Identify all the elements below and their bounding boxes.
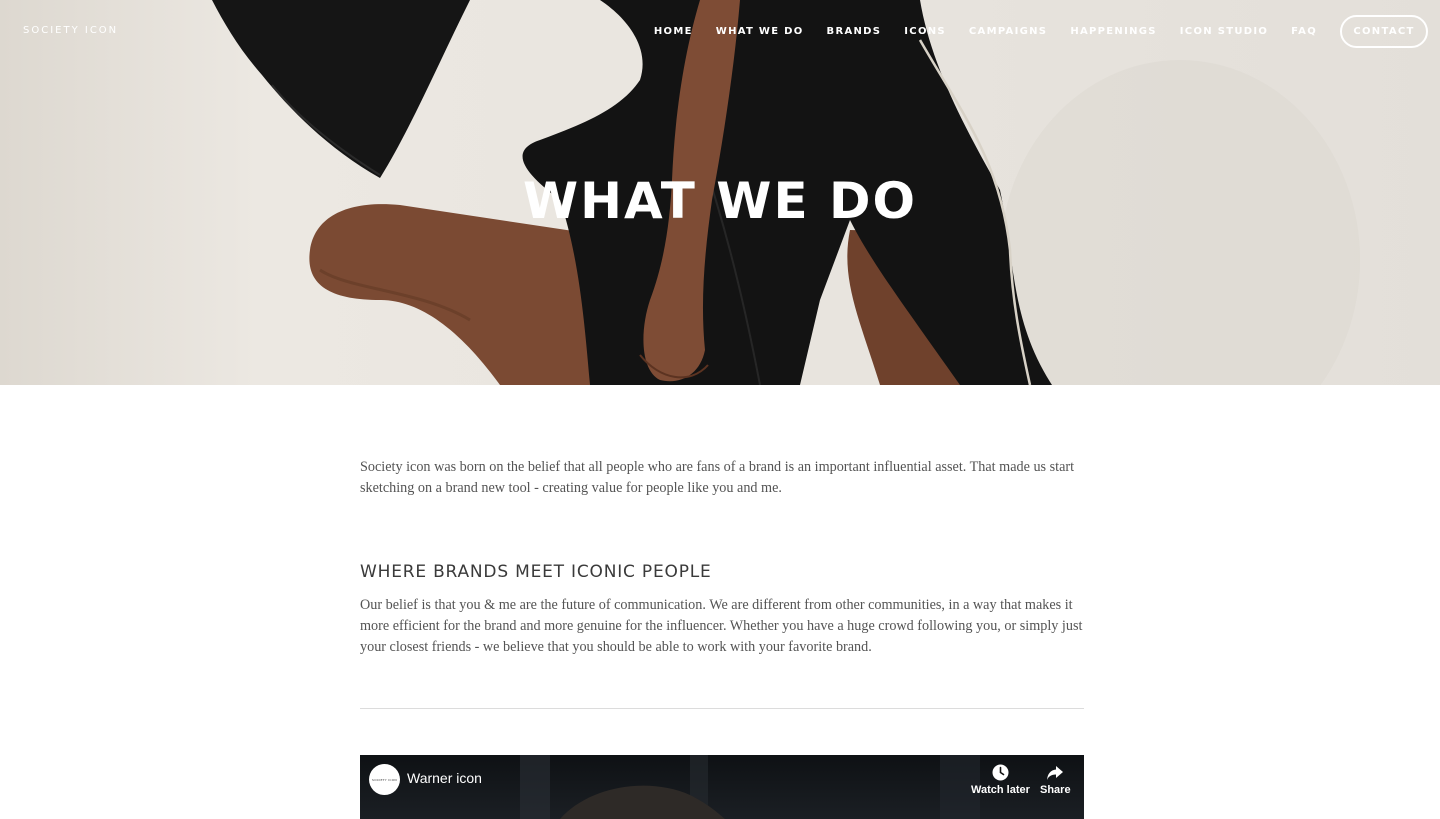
share-button[interactable]: Share — [1040, 764, 1071, 796]
page-title: WHAT WE DO — [522, 172, 918, 230]
nav-happenings[interactable]: HAPPENINGS — [1070, 26, 1156, 37]
section-body: Our belief is that you & me are the futu… — [360, 597, 1083, 655]
watch-later-label: Watch later — [971, 784, 1030, 796]
watch-later-button[interactable]: Watch later — [971, 764, 1030, 796]
main-nav: HOME WHAT WE DO BRANDS ICONS CAMPAIGNS H… — [654, 15, 1428, 48]
nav-campaigns[interactable]: CAMPAIGNS — [969, 26, 1047, 37]
nav-icons[interactable]: ICONS — [904, 26, 946, 37]
clock-icon — [992, 764, 1009, 781]
intro-paragraph: Society icon was born on the belief that… — [360, 459, 1075, 496]
nav-faq[interactable]: FAQ — [1291, 26, 1317, 37]
hero-banner: SOCIETY ICON HOME WHAT WE DO BRANDS ICON… — [0, 0, 1440, 385]
nav-what-we-do[interactable]: WHAT WE DO — [716, 26, 804, 37]
divider — [360, 708, 1084, 709]
brand-logo[interactable]: SOCIETY ICON — [23, 25, 118, 36]
main-content: Society icon was born on the belief that… — [360, 385, 1084, 709]
channel-logo-text: SOCIETY ICON — [372, 777, 397, 782]
video-player[interactable]: SOCIETY ICON Warner icon Watch later Sha… — [360, 755, 1084, 819]
channel-avatar[interactable]: SOCIETY ICON — [369, 764, 400, 795]
share-label: Share — [1040, 784, 1071, 796]
video-title[interactable]: Warner icon — [407, 770, 482, 786]
contact-button[interactable]: CONTACT — [1340, 15, 1428, 48]
nav-home[interactable]: HOME — [654, 26, 693, 37]
section-heading: WHERE BRANDS MEET ICONIC PEOPLE — [360, 562, 712, 582]
nav-brands[interactable]: BRANDS — [827, 26, 882, 37]
share-icon — [1047, 766, 1064, 780]
nav-icon-studio[interactable]: ICON STUDIO — [1180, 26, 1268, 37]
